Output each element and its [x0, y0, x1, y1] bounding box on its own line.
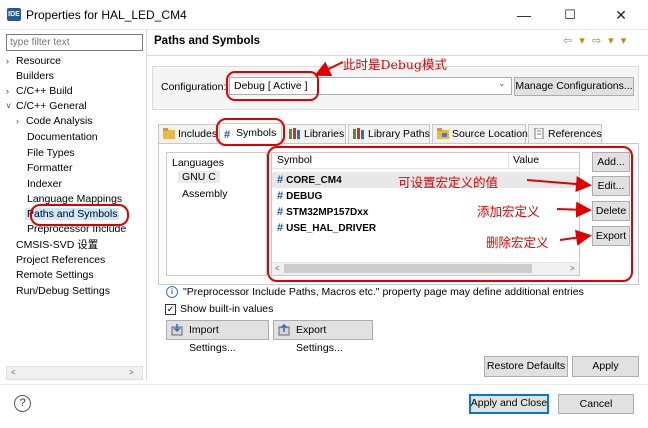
annotation-arrows: [314, 61, 592, 246]
annotation-debug-mode: 此时是Debug模式: [343, 57, 447, 72]
annotation-delete-macro: 删除宏定义: [486, 235, 549, 250]
annotation-arrow-delete: [559, 229, 592, 246]
annotation-arrow-debug: [314, 61, 344, 77]
annotation-arrow-edit: [526, 176, 592, 192]
annotation-add-macro: 添加宏定义: [477, 204, 540, 219]
annotation-arrow-add: [556, 201, 592, 218]
annotation-edit-value: 可设置宏定义的值: [398, 175, 499, 190]
